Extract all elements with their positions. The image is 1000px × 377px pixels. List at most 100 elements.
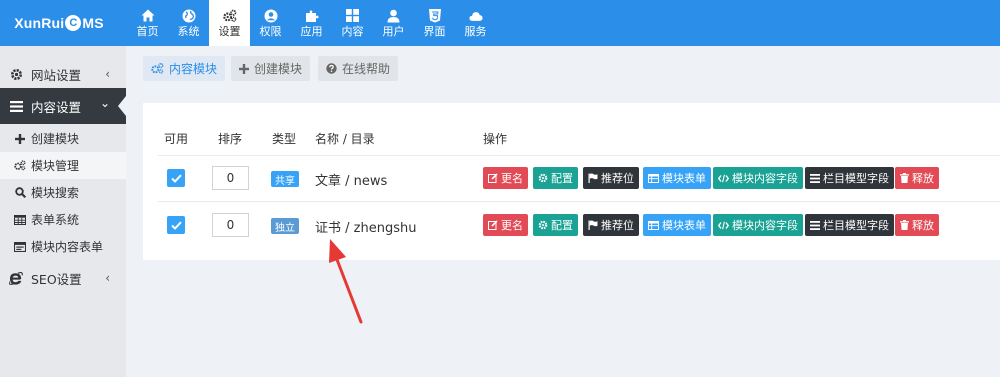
module-content-fields-label: 模块内容字段 [732, 219, 798, 232]
grid-icon [346, 9, 360, 23]
html5-icon [428, 8, 442, 23]
sidebar-group-content-settings[interactable]: 内容设置 ⌄ [0, 88, 126, 124]
chevron-left-icon: ‹ [105, 67, 110, 81]
topnav-apps[interactable]: 应用 [291, 0, 332, 46]
table-icon [14, 214, 26, 225]
window-icon [14, 241, 26, 252]
table-icon [648, 173, 659, 183]
edit-icon [488, 173, 498, 183]
type-badge: 共享 [271, 171, 299, 187]
topnav-services[interactable]: 服务 [455, 0, 496, 46]
gear-icon [9, 68, 23, 81]
order-input[interactable]: 0 [212, 166, 249, 190]
sidebar-item-label: 创建模块 [31, 132, 80, 146]
sidebar-group-label: SEO设置 [31, 271, 82, 287]
release-button[interactable]: 释放 [895, 214, 939, 236]
module-form-button[interactable]: 模块表单 [643, 214, 711, 236]
sidebar-group-label: 内容设置 [31, 99, 82, 115]
top-navbar: XunRui C MS 首页 系统 设置 权限 应用 内容 用户 界面 服务 [0, 0, 1000, 46]
header-actions: 操作 [483, 132, 508, 146]
release-button[interactable]: 释放 [895, 167, 939, 189]
cloud-icon [468, 9, 483, 23]
topnav-system[interactable]: 系统 [168, 0, 209, 46]
sidebar-item-label: 模块管理 [31, 159, 80, 173]
topnav-settings[interactable]: 设置 [209, 0, 250, 46]
topnav-label: 用户 [382, 24, 405, 38]
enabled-checkbox[interactable] [167, 169, 185, 187]
sidebar-group-seo-settings[interactable]: SEO设置 ‹ [0, 260, 126, 296]
config-button[interactable]: 配置 [533, 214, 578, 236]
recommend-position-button[interactable]: 推荐位 [583, 167, 639, 189]
code-icon [718, 174, 729, 183]
type-badge: 独立 [271, 218, 299, 234]
plus-icon [14, 133, 26, 144]
trash-icon [900, 173, 909, 183]
rename-button[interactable]: 更名 [483, 167, 528, 189]
sidebar-item-label: 模块搜索 [31, 186, 80, 200]
topnav-content[interactable]: 内容 [332, 0, 373, 46]
config-button[interactable]: 配置 [533, 167, 578, 189]
header-type: 类型 [272, 132, 297, 146]
order-input[interactable]: 0 [212, 213, 249, 237]
module-content-fields-button[interactable]: 模块内容字段 [713, 167, 803, 189]
cogs-icon [14, 160, 26, 171]
module-content-fields-label: 模块内容字段 [732, 172, 798, 185]
sidebar-group-site-settings[interactable]: 网站设置 ‹ [0, 56, 126, 92]
globe-icon [182, 9, 196, 23]
topnav-home[interactable]: 首页 [127, 0, 168, 46]
header-order: 排序 [218, 132, 243, 146]
recommend-position-button[interactable]: 推荐位 [583, 214, 639, 236]
header-enabled: 可用 [164, 132, 189, 146]
module-content-fields-button[interactable]: 模块内容字段 [713, 214, 803, 236]
rename-label: 更名 [501, 172, 523, 185]
topnav-label: 设置 [218, 24, 241, 38]
config-label: 配置 [551, 219, 573, 232]
content-module-button[interactable]: 内容模块 [143, 56, 226, 81]
category-model-fields-button[interactable]: 栏目模型字段 [805, 167, 894, 189]
online-help-button[interactable]: 在线帮助 [318, 56, 399, 81]
sidebar-item-module-management[interactable]: 模块管理 [0, 152, 126, 179]
create-module-label: 创建模块 [254, 62, 303, 76]
header-name: 名称 / 目录 [315, 132, 375, 146]
online-help-label: 在线帮助 [342, 62, 391, 76]
cogs-icon [151, 63, 164, 74]
chevron-left-icon: ‹ [105, 271, 110, 285]
sidebar-item-create-module[interactable]: 创建模块 [0, 125, 126, 152]
topnav-label: 应用 [300, 24, 323, 38]
sidebar-item-form-system[interactable]: 表单系统 [0, 206, 126, 233]
trash-icon [900, 220, 909, 230]
logo-text-1: XunRui [14, 15, 65, 31]
sidebar-item-module-content-form[interactable]: 模块内容表单 [0, 233, 126, 260]
topnav-users[interactable]: 用户 [373, 0, 414, 46]
logo[interactable]: XunRui C MS [0, 0, 118, 46]
edit-icon [488, 220, 498, 230]
topnav-label: 界面 [423, 24, 446, 38]
module-form-label: 模块表单 [662, 172, 706, 185]
module-name: 文章 / news [315, 174, 388, 189]
topnav-label: 权限 [259, 24, 282, 38]
chevron-down-icon: ⌄ [99, 96, 110, 110]
rename-button[interactable]: 更名 [483, 214, 528, 236]
topnav-interface[interactable]: 界面 [414, 0, 455, 46]
recommend-position-label: 推荐位 [601, 172, 634, 185]
plus-icon [239, 63, 249, 74]
search-icon [14, 187, 26, 198]
sidebar-item-label: 模块内容表单 [31, 240, 104, 254]
module-form-button[interactable]: 模块表单 [643, 167, 711, 189]
bars-icon [9, 100, 23, 112]
code-icon [718, 221, 729, 230]
table-icon [648, 220, 659, 230]
flag-icon [588, 173, 598, 183]
table-header-divider [158, 155, 1000, 156]
check-icon [170, 174, 182, 183]
sidebar-item-module-search[interactable]: 模块搜索 [0, 179, 126, 206]
question-circle-icon [326, 63, 337, 74]
enabled-checkbox[interactable] [167, 216, 185, 234]
check-icon [170, 221, 182, 230]
gear-icon [538, 220, 548, 230]
user-icon [387, 9, 401, 23]
gear-icon [538, 173, 548, 183]
topnav-permissions[interactable]: 权限 [250, 0, 291, 46]
category-model-fields-button[interactable]: 栏目模型字段 [805, 214, 894, 236]
create-module-button[interactable]: 创建模块 [231, 56, 311, 81]
